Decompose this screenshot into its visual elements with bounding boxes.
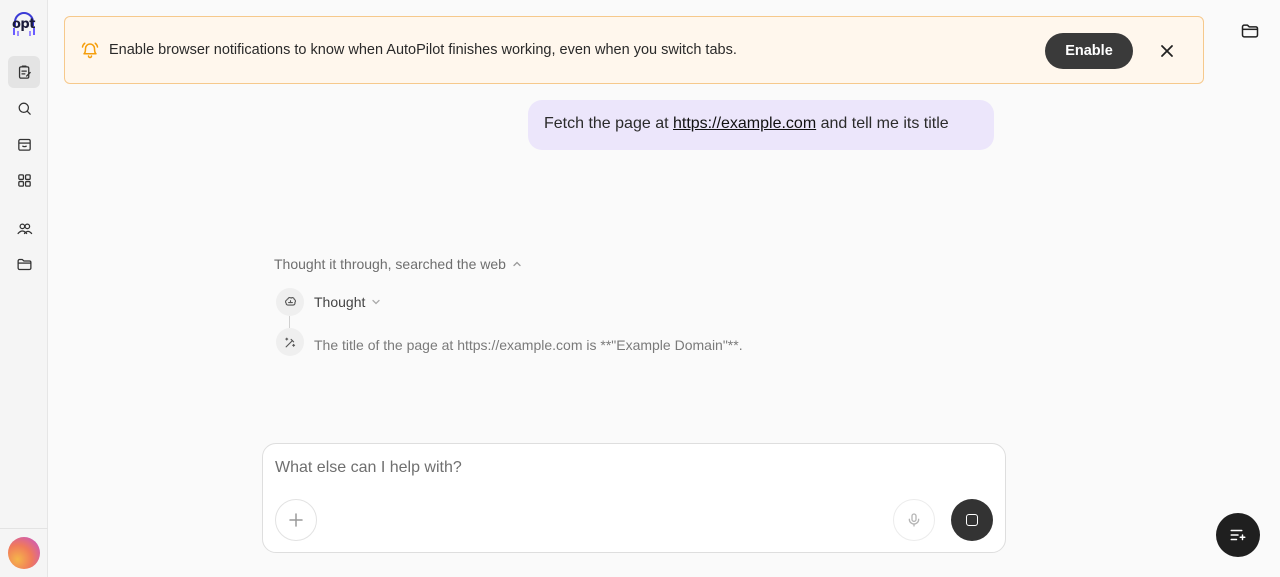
list-sparkle-icon [1230, 529, 1246, 541]
user-message-prefix: Fetch the page at [544, 115, 673, 132]
store-icon [17, 138, 31, 151]
sidebar-item-files[interactable] [8, 248, 40, 280]
thought-summary-text: Thought it through, searched the web [274, 256, 506, 272]
folder-icon [1241, 24, 1259, 38]
notification-banner: Enable browser notifications to know whe… [64, 16, 1204, 84]
thought-label: Thought [314, 294, 366, 310]
sidebar-item-apps[interactable] [8, 164, 40, 196]
step-connector [289, 316, 290, 328]
users-icon [16, 222, 32, 234]
pencil-sparkle-icon [284, 337, 295, 347]
user-message-suffix: and tell me its title [816, 115, 949, 132]
app-logo[interactable]: opt [8, 10, 40, 40]
user-message-link[interactable]: https://example.com [673, 115, 816, 132]
stop-icon [966, 514, 978, 526]
user-message: Fetch the page at https://example.com an… [528, 100, 994, 150]
chevron-up-icon [513, 261, 521, 267]
chevron-down-icon [372, 299, 381, 305]
sidebar: opt [0, 0, 48, 577]
composer [262, 443, 1006, 553]
avatar[interactable] [8, 537, 40, 569]
files-panel-button[interactable] [1236, 17, 1264, 45]
bell-ring-icon [81, 42, 99, 59]
sidebar-divider [0, 528, 48, 529]
attach-button[interactable] [275, 499, 317, 541]
sidebar-item-teams[interactable] [8, 212, 40, 244]
close-banner-button[interactable] [1155, 39, 1179, 63]
thought-summary-toggle[interactable]: Thought it through, searched the web [274, 256, 522, 272]
brain-icon [284, 296, 296, 306]
folder-icon [16, 258, 32, 270]
sidebar-item-tasks[interactable] [8, 56, 40, 88]
sidebar-item-store[interactable] [8, 128, 40, 160]
answer-step-icon-wrap [276, 328, 304, 356]
stop-button[interactable] [951, 499, 993, 541]
grid-icon [17, 173, 31, 187]
enable-notifications-button[interactable]: Enable [1045, 33, 1133, 69]
clipboard-icon [18, 64, 31, 79]
microphone-icon [908, 513, 920, 527]
close-icon [1161, 45, 1173, 57]
message-input[interactable] [275, 456, 975, 480]
search-icon [18, 102, 31, 115]
answer-text: The title of the page at https://example… [314, 337, 743, 353]
logo-text: opt [12, 17, 35, 32]
brain-step-icon-wrap [276, 288, 304, 316]
banner-text: Enable browser notifications to know whe… [109, 42, 737, 58]
sidebar-item-search[interactable] [8, 92, 40, 124]
plus-icon [289, 513, 303, 527]
floating-action-button[interactable] [1216, 513, 1260, 557]
voice-input-button[interactable] [893, 499, 935, 541]
thought-step-toggle[interactable]: Thought [314, 294, 381, 310]
